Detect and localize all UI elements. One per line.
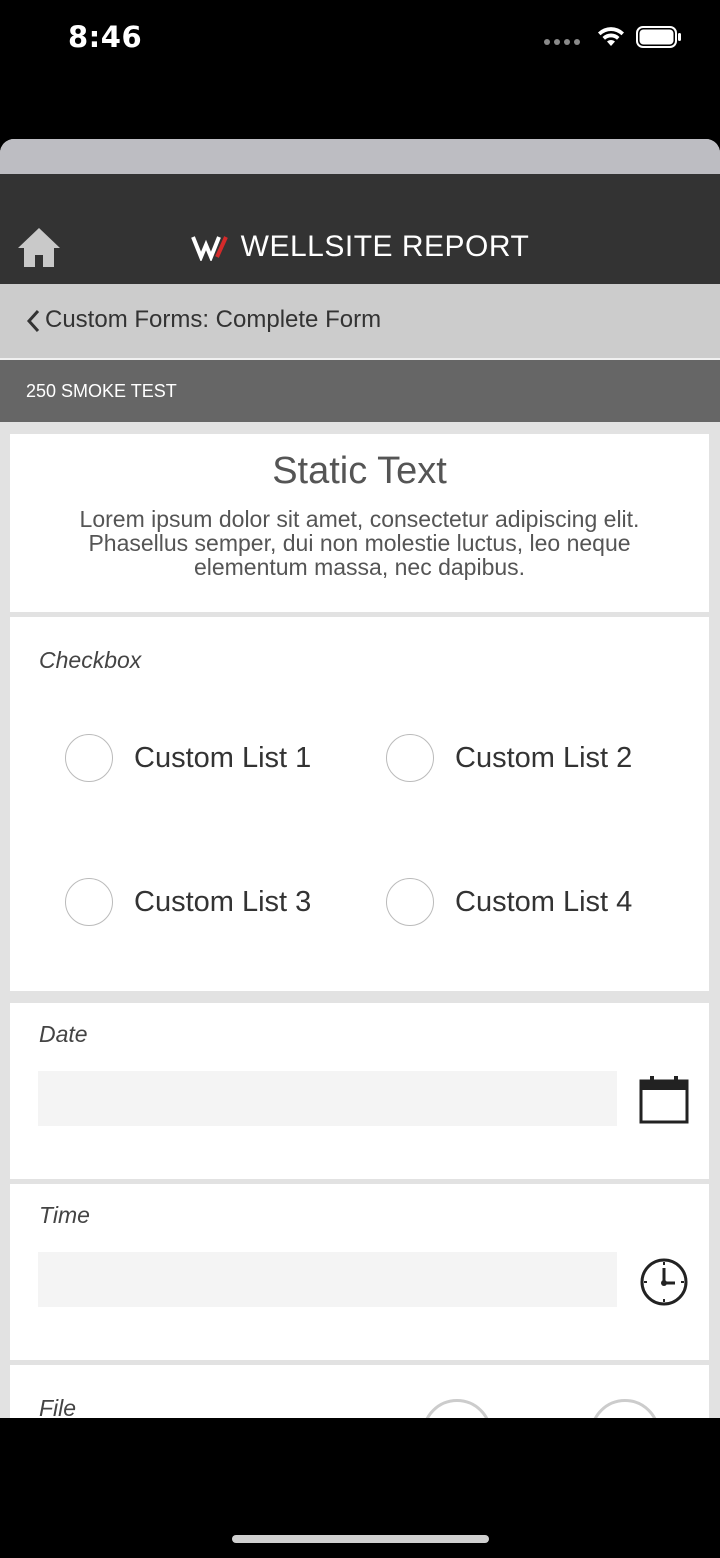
app-header: WELLSITE REPORT	[0, 174, 720, 284]
status-icons	[544, 26, 682, 48]
static-text-title: Static Text	[272, 450, 447, 492]
static-text-card: Static Text Lorem ipsum dolor sit amet, …	[10, 434, 709, 614]
date-field-card: Date	[10, 1003, 709, 1179]
checkbox-field-card: Checkbox Custom List 1 Custom List 2 Cus…	[10, 617, 709, 991]
battery-icon	[636, 26, 681, 48]
brand-name: WELLSITE REPORT	[240, 230, 530, 263]
file-upload-button[interactable]	[590, 1399, 660, 1418]
calendar-icon[interactable]	[639, 1075, 689, 1125]
app-sheet: WELLSITE REPORT Custom Forms: Complete F…	[0, 139, 720, 1418]
form-section-title: 250 SMOKE TEST	[0, 360, 720, 422]
date-input[interactable]	[38, 1071, 617, 1126]
file-camera-button[interactable]	[422, 1399, 492, 1418]
option-radio[interactable]	[386, 878, 434, 926]
static-text-body: Lorem ipsum dolor sit amet, consectetur …	[79, 506, 640, 580]
file-label: File	[39, 1395, 77, 1418]
home-indicator	[232, 1535, 489, 1543]
cellular-signal-icon	[544, 29, 580, 45]
back-button[interactable]: Custom Forms: Complete Form	[45, 306, 381, 334]
brand: WELLSITE REPORT	[0, 230, 720, 264]
nav-bar: Custom Forms: Complete Form	[0, 284, 720, 360]
wellsite-logo-icon	[190, 236, 228, 261]
option-label: Custom List 1	[134, 741, 312, 774]
time-input[interactable]	[38, 1252, 617, 1307]
option-radio[interactable]	[386, 734, 434, 782]
wifi-icon	[598, 27, 624, 46]
file-field-card: File	[10, 1365, 709, 1418]
status-time: 8:46	[68, 20, 143, 54]
back-chevron-icon[interactable]	[26, 309, 40, 333]
checkbox-option-2[interactable]: Custom List 2	[386, 734, 632, 782]
option-label: Custom List 2	[455, 741, 633, 774]
checkbox-label: Checkbox	[39, 647, 142, 673]
sheet-grabber-area	[0, 139, 720, 174]
status-bar: 8:46	[0, 0, 720, 80]
option-label: Custom List 4	[455, 885, 633, 918]
time-field-card: Time	[10, 1184, 709, 1360]
checkbox-option-1[interactable]: Custom List 1	[65, 734, 311, 782]
time-label: Time	[39, 1202, 90, 1228]
option-radio[interactable]	[65, 878, 113, 926]
option-label: Custom List 3	[134, 885, 312, 918]
checkbox-option-3[interactable]: Custom List 3	[65, 878, 311, 926]
checkbox-option-4[interactable]: Custom List 4	[386, 878, 632, 926]
clock-icon[interactable]	[639, 1256, 689, 1306]
date-label: Date	[39, 1021, 88, 1047]
option-radio[interactable]	[65, 734, 113, 782]
